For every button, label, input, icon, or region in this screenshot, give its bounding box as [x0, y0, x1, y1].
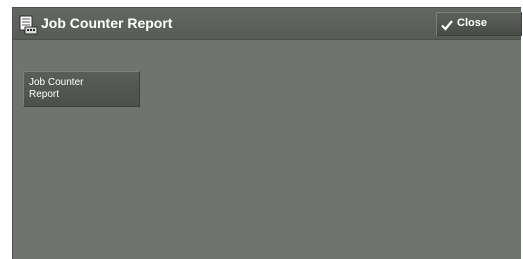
report-printer-icon	[18, 15, 38, 35]
close-button[interactable]: Close	[436, 12, 522, 36]
job-counter-report-button[interactable]: Job Counter Report	[23, 71, 140, 107]
page-title: Job Counter Report	[41, 15, 173, 31]
close-button-label: Close	[457, 17, 487, 29]
title-bar: Job Counter Report Close	[13, 8, 522, 40]
job-counter-report-button-label: Job Counter Report	[29, 77, 84, 100]
checkmark-icon	[441, 18, 453, 31]
job-counter-report-screen: Job Counter Report Close Job Counter Rep…	[12, 7, 522, 259]
